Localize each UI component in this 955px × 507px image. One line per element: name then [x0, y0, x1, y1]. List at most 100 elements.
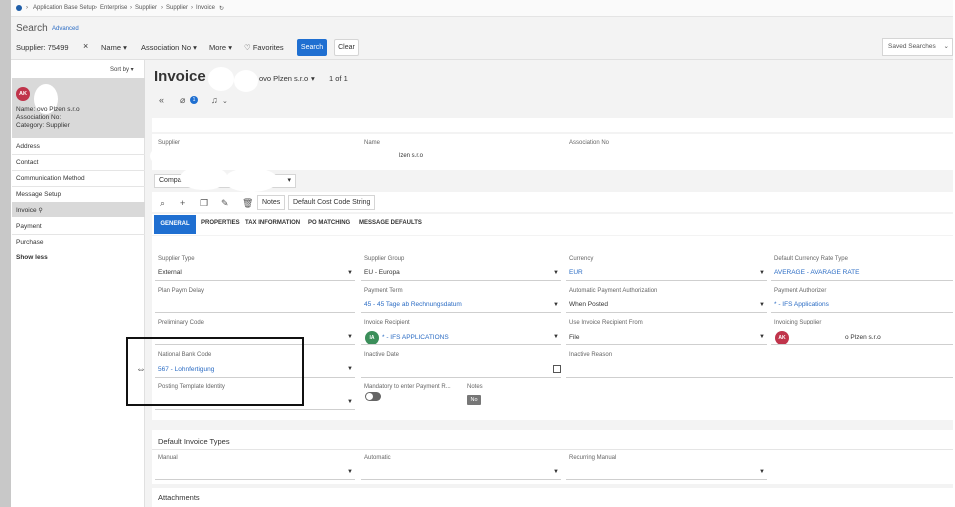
sidebar-item-purchase[interactable]: Purchase — [16, 239, 43, 246]
notes-button[interactable]: Notes — [257, 195, 286, 210]
add-icon[interactable]: + — [180, 198, 185, 208]
invoice-recipient-select[interactable]: * - IFS APPLICATIONS — [382, 334, 449, 341]
inactive-reason-input[interactable] — [566, 377, 953, 378]
association-filter[interactable]: Association No ▾ — [141, 43, 197, 52]
advanced-link[interactable]: Advanced — [52, 26, 79, 32]
sort-by-button[interactable]: Sort by ▾ — [110, 66, 134, 73]
tab-message-defaults[interactable]: MESSAGE DEFAULTS — [359, 220, 422, 226]
calendar-icon[interactable] — [553, 365, 561, 373]
home-icon[interactable] — [16, 5, 22, 11]
supplier-group-select[interactable]: EU - Europa — [364, 269, 400, 276]
tab-general[interactable]: GENERAL — [154, 215, 196, 234]
caret-down-icon[interactable]: ▼ — [553, 334, 559, 340]
caret-down-icon[interactable]: ▼ — [347, 469, 353, 475]
auto-payment-auth-select[interactable]: When Posted — [569, 301, 608, 308]
bell-icon[interactable]: ♫ — [211, 95, 218, 105]
sidebar-item-payment[interactable]: Payment — [16, 223, 42, 230]
automatic-select[interactable] — [361, 479, 561, 480]
field-underline — [566, 344, 767, 345]
sidebar-item-communication-method[interactable]: Communication Method — [16, 175, 85, 182]
avatar: IA — [365, 331, 379, 345]
highlight-box — [126, 337, 304, 406]
tab-properties[interactable]: PROPERTIES — [201, 220, 240, 226]
name-label: Name — [364, 140, 381, 146]
currency-label: Currency — [569, 256, 594, 262]
supplier-type-select[interactable]: External — [158, 269, 182, 276]
close-icon[interactable]: × — [83, 41, 88, 51]
search-icon[interactable]: ⌕ — [160, 198, 165, 209]
edit-icon[interactable]: ✎ — [221, 198, 229, 209]
default-rate-type-select[interactable]: AVERAGE - AVARAGE RATE — [774, 269, 859, 276]
plan-paym-delay-input[interactable] — [155, 312, 355, 313]
show-less-link[interactable]: Show less — [16, 254, 48, 261]
recurring-manual-select[interactable] — [566, 479, 767, 480]
sidebar-item-message-setup[interactable]: Message Setup — [16, 191, 61, 198]
caret-down-icon[interactable]: ▼ — [347, 270, 353, 276]
favorites-button[interactable]: ♡ Favorites — [244, 43, 284, 52]
preliminary-code-label: Preliminary Code — [158, 320, 205, 326]
sidebar-item-invoice[interactable]: Invoice ⚲ — [16, 207, 43, 214]
name-filter[interactable]: Name ▾ — [101, 43, 127, 52]
tab-po-matching[interactable]: PO MATCHING — [308, 220, 350, 226]
use-recipient-from-label: Use Invoice Recipient From — [569, 320, 643, 326]
field-underline — [361, 344, 561, 345]
search-button[interactable]: Search — [297, 39, 327, 56]
refresh-icon[interactable]: ↻ — [219, 5, 224, 12]
attachment-icon[interactable]: ⌀ — [180, 95, 185, 106]
recurring-manual-label: Recurring Manual — [569, 455, 617, 461]
collapse-icon[interactable]: « — [159, 95, 164, 105]
chevron-down-icon[interactable]: ⌄ — [222, 97, 228, 105]
redaction-mark — [208, 67, 234, 91]
avatar: AK — [16, 87, 30, 101]
currency-select[interactable]: EUR — [569, 269, 583, 276]
notes-value-badge: No — [467, 395, 481, 405]
manual-select[interactable] — [155, 479, 355, 480]
chevron-down-icon: ⌄ — [943, 43, 949, 50]
caret-down-icon[interactable]: ▼ — [759, 302, 765, 308]
name-filter-label: Name — [101, 43, 122, 52]
breadcrumb-item-supplier-2[interactable]: Supplier — [166, 5, 188, 11]
use-recipient-from-select[interactable]: File — [569, 334, 579, 341]
heart-icon: ♡ — [244, 43, 251, 52]
invoicing-supplier-value[interactable]: o Plzen s.r.o — [845, 334, 881, 341]
payment-authorizer-select[interactable]: * - IFS Applications — [774, 301, 829, 308]
card-association: Association No: — [16, 114, 62, 121]
sidebar-item-contact[interactable]: Contact — [16, 159, 38, 166]
breadcrumb-item-enterprise[interactable]: Enterprise — [100, 5, 127, 11]
breadcrumb-item-app-base-setup[interactable]: Application Base Setup — [33, 5, 95, 11]
duplicate-icon[interactable]: ❐ — [200, 198, 208, 209]
breadcrumb-item-supplier[interactable]: Supplier — [135, 5, 157, 11]
delete-icon[interactable]: 🗑 — [242, 198, 253, 209]
supplier-group-label: Supplier Group — [364, 256, 405, 262]
inactive-date-input[interactable] — [361, 377, 561, 378]
tab-tax-information[interactable]: TAX INFORMATION — [245, 220, 300, 226]
field-underline — [771, 312, 953, 313]
caret-down-icon: ▾ — [193, 43, 197, 52]
attachments-title[interactable]: Attachments — [158, 493, 200, 502]
caret-down-icon[interactable]: ▼ — [553, 302, 559, 308]
caret-down-icon[interactable]: ▼ — [347, 399, 353, 405]
caret-down-icon[interactable]: ▼ — [553, 469, 559, 475]
payment-term-select[interactable]: 45 - 45 Tage ab Rechnungsdatum — [364, 301, 462, 308]
chevron-right-icon: › — [26, 5, 28, 11]
caret-down-icon[interactable]: ▼ — [759, 469, 765, 475]
caret-down-icon[interactable]: ▼ — [759, 334, 765, 340]
caret-down-icon[interactable]: ▼ — [553, 270, 559, 276]
field-underline — [771, 344, 953, 345]
caret-down-icon[interactable]: ▼ — [347, 334, 353, 340]
clear-button[interactable]: Clear — [334, 39, 359, 56]
posting-template-select[interactable] — [155, 409, 355, 410]
caret-down-icon[interactable]: ▼ — [759, 270, 765, 276]
more-filter[interactable]: More ▾ — [209, 43, 232, 52]
saved-searches-select[interactable]: Saved Searches ⌄ — [882, 38, 953, 56]
caret-down-icon[interactable]: ▼ — [347, 366, 353, 372]
supplier-filter-chip[interactable]: Supplier: 75499 — [16, 43, 69, 52]
redaction-mark — [791, 324, 835, 350]
default-cost-code-button[interactable]: Default Cost Code String — [288, 195, 376, 210]
mandatory-payment-ref-toggle[interactable] — [365, 392, 381, 401]
name-value: lzen s.r.o — [399, 153, 424, 159]
chevron-right-icon: › — [161, 5, 163, 11]
sidebar-item-address[interactable]: Address — [16, 143, 40, 150]
record-switch-caret-icon[interactable]: ▾ — [311, 74, 315, 83]
supplier-type-label: Supplier Type — [158, 256, 195, 262]
